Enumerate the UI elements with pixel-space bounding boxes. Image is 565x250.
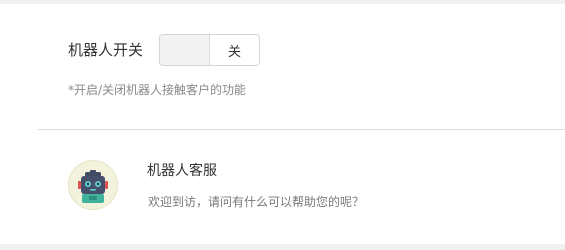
robot-switch-label: 机器人开关 [68, 41, 144, 59]
switch-knob [160, 35, 211, 65]
robot-switch-row: 机器人开关 关 [68, 33, 261, 67]
bot-greeting-message: 欢迎到访，请问有什么可以帮助您的呢？ [148, 195, 365, 209]
robot-settings-card: 机器人开关 关 *开启/关闭机器人接触客户的功能 机器人客服 欢迎到访，请问有什… [0, 4, 565, 244]
bot-avatar [68, 160, 118, 210]
bot-name: 机器人客服 [147, 163, 217, 179]
switch-state-text: 关 [228, 44, 242, 60]
robot-toggle-switch[interactable]: 关 [159, 34, 261, 66]
switch-hint-text: *开启/关闭机器人接触客户的功能 [68, 83, 247, 97]
robot-icon [78, 170, 108, 203]
section-divider [38, 129, 565, 130]
